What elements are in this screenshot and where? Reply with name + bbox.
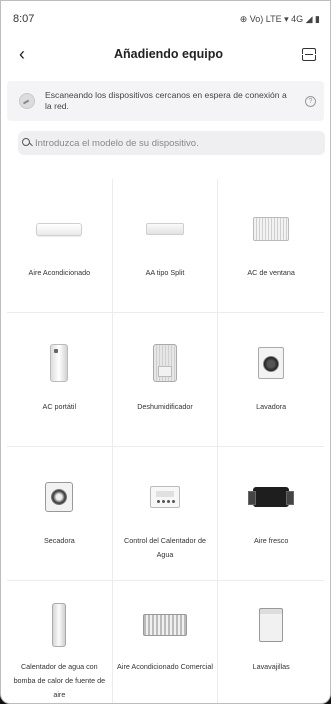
- device-label: Calentador de agua con bomba de calor de…: [13, 662, 106, 699]
- device-label: Aire Acondicionado: [28, 268, 91, 277]
- dishwasher-icon: [259, 608, 284, 642]
- status-icons: ⊕ Vo) LTE ▾ 4G ◢ ▮: [240, 14, 320, 25]
- commercial-ac-icon: [142, 614, 187, 636]
- search-icon: [22, 138, 32, 148]
- device-tile-calentador-bomba-calor[interactable]: Calentador de agua con bomba de calor de…: [7, 581, 113, 703]
- device-tile-lavavajillas[interactable]: Lavavajillas: [218, 581, 324, 703]
- scan-notice: Escaneando los dispositivos cercanos en …: [7, 81, 324, 121]
- device-label: Aire Acondicionado Comercial: [117, 662, 213, 671]
- status-icons-text: ⊕ Vo) LTE ▾ 4G ◢ ▮: [239, 13, 320, 24]
- window-ac-icon: [253, 217, 290, 241]
- app-screen: 8:07 ⊕ Vo) LTE ▾ 4G ◢ ▮ ‹ Añadiendo equi…: [0, 0, 331, 704]
- device-tile-aire-acondicionado-comercial[interactable]: Aire Acondicionado Comercial: [113, 581, 219, 703]
- device-label: Lavavajillas: [252, 662, 290, 671]
- washer-icon: [258, 347, 285, 379]
- back-arrow-icon[interactable]: ‹: [19, 44, 35, 65]
- page-title: Añadiendo equipo: [113, 47, 224, 61]
- scan-notice-text: Escaneando los dispositivos cercanos en …: [45, 90, 287, 111]
- radar-scan-icon: [19, 93, 35, 109]
- device-tile-aa-tipo-split[interactable]: AA tipo Split: [112, 179, 219, 313]
- device-tile-aire-acondicionado[interactable]: Aire Acondicionado: [7, 179, 113, 313]
- heat-pump-water-heater-icon: [52, 603, 67, 647]
- search-input[interactable]: [35, 137, 325, 149]
- device-label: Deshumidificador: [137, 402, 193, 411]
- device-grid: Aire Acondicionado AA tipo Split AC de v…: [7, 179, 324, 703]
- device-label: AC de ventana: [247, 268, 295, 277]
- dryer-icon: [45, 482, 74, 512]
- status-time: 8:07: [13, 13, 35, 25]
- device-label: AA tipo Split: [145, 268, 185, 277]
- status-bar: 8:07 ⊕ Vo) LTE ▾ 4G ◢ ▮: [1, 1, 330, 37]
- scan-qr-icon[interactable]: [302, 47, 316, 61]
- help-icon[interactable]: ?: [305, 95, 316, 107]
- device-label: Control del Calentador de Agua: [124, 536, 206, 559]
- device-tile-deshumidificador[interactable]: Deshumidificador: [112, 313, 219, 447]
- dehumidifier-icon: [152, 344, 177, 382]
- split-ac-icon: [36, 222, 83, 236]
- search-box[interactable]: [18, 131, 325, 155]
- device-label: Lavadora: [256, 402, 287, 411]
- device-tile-ac-portatil[interactable]: AC portátil: [7, 313, 113, 447]
- device-label: AC portátil: [42, 402, 77, 411]
- device-tile-ac-de-ventana[interactable]: AC de ventana: [218, 179, 324, 313]
- device-tile-aire-fresco[interactable]: Aire fresco: [218, 447, 324, 581]
- device-tile-control-calentador[interactable]: Control del Calentador de Agua: [112, 447, 219, 581]
- split-ac-icon: [145, 223, 184, 235]
- device-tile-lavadora[interactable]: Lavadora: [218, 313, 324, 447]
- device-label: Secadora: [43, 536, 75, 545]
- device-tile-secadora[interactable]: Secadora: [7, 447, 113, 581]
- fresh-air-icon: [248, 487, 295, 507]
- water-heater-control-icon: [149, 486, 180, 508]
- device-label: Aire fresco: [253, 536, 289, 545]
- app-header: ‹ Añadiendo equipo: [1, 37, 330, 71]
- portable-ac-icon: [50, 344, 69, 382]
